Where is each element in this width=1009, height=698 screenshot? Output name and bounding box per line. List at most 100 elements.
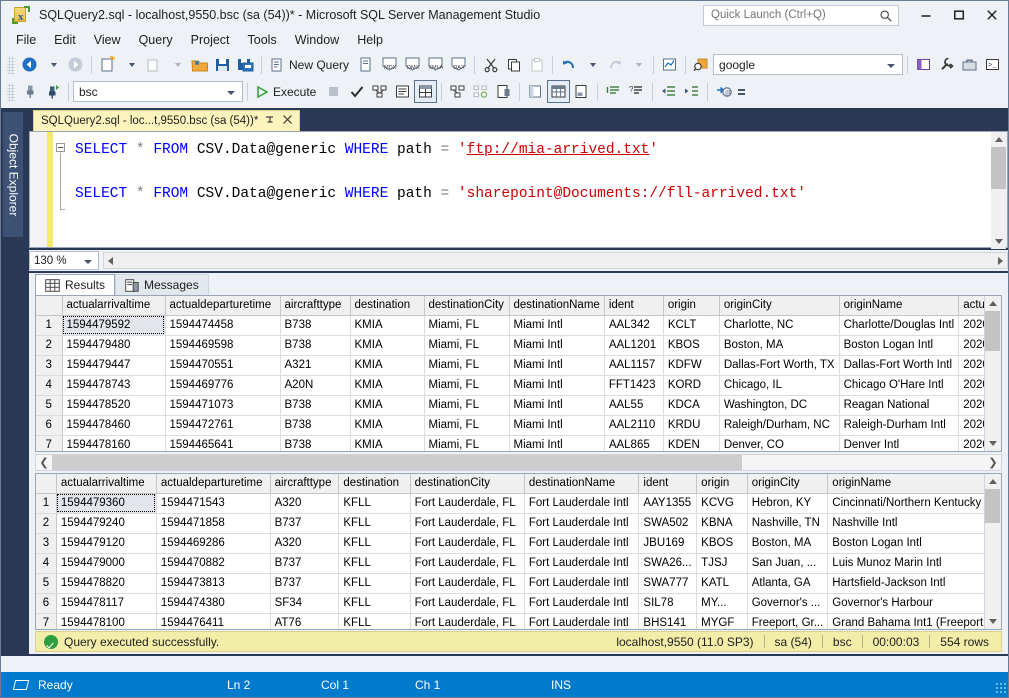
grid-cell[interactable]: MYGF [697,613,748,630]
grid-cell[interactable]: Fort Lauderdale, FL [410,553,524,573]
grid-cell[interactable]: SIL78 [639,593,697,613]
grid-cell[interactable]: Fort Lauderdale Intl [524,513,639,533]
column-header-aircrafttype[interactable]: aircrafttype [280,296,350,315]
grid-cell[interactable]: B738 [280,335,350,355]
redo-button[interactable] [603,53,626,76]
grid-cell[interactable]: Governor's ... [747,593,828,613]
column-header-actualdeparturetime[interactable]: actualdeparturetime [156,474,270,493]
grid-cell[interactable]: AT76 [270,613,339,630]
grid-cell[interactable]: Nashville Intl [828,513,1001,533]
grid-cell[interactable]: KCVG [697,493,748,513]
column-header-originName[interactable]: originName [839,296,959,315]
grid-cell[interactable]: KCLT [663,315,719,335]
add-item-button[interactable] [142,53,165,76]
comment-lines-button[interactable] [602,80,625,103]
display-estimated-execution-plan-button[interactable] [368,80,391,103]
grid-cell-selected[interactable]: 1594479592 [62,315,165,335]
specify-values-for-template-parameters-button[interactable]: @ [712,80,735,103]
table-row[interactable]: 115944793601594471543A320KFLLFort Lauder… [36,493,1001,513]
menu-edit[interactable]: Edit [45,30,85,51]
grid-cell[interactable]: Raleigh-Durham Intl [839,415,959,435]
grid-cell[interactable]: Washington, DC [719,395,839,415]
results-grid-2[interactable]: actualarrivaltimeactualdeparturetimeairc… [35,473,1002,630]
row-number[interactable]: 4 [36,553,56,573]
grid-cell[interactable]: 1594472761 [165,415,280,435]
grid-cell[interactable]: A20N [280,375,350,395]
redo-dropdown[interactable] [626,53,649,76]
grid-cell[interactable]: 1594471543 [156,493,270,513]
table-row[interactable]: 415944790001594470882B737KFLLFort Lauder… [36,553,1001,573]
grid-cell[interactable]: 1594478117 [56,593,156,613]
cancel-executing-query-button[interactable] [322,80,345,103]
column-header-aircrafttype[interactable]: aircrafttype [270,474,339,493]
grid-cell[interactable]: Boston Logan Intl [828,533,1001,553]
menu-tools[interactable]: Tools [239,30,286,51]
grid-cell[interactable]: Fort Lauderdale, FL [410,593,524,613]
grid-cell[interactable]: Miami Intl [509,415,604,435]
new-project-button[interactable] [96,53,119,76]
grid-cell[interactable]: 1594470551 [165,355,280,375]
row-number[interactable]: 5 [36,395,62,415]
grid-cell[interactable]: 1594478820 [56,573,156,593]
grid-cell[interactable]: 1594476411 [156,613,270,630]
save-all-button[interactable] [234,53,257,76]
results-to-file-button[interactable] [570,80,593,103]
row-number[interactable]: 3 [36,533,56,553]
toolbox-button[interactable] [958,53,981,76]
grid-cell[interactable]: Miami Intl [509,395,604,415]
grid-cell[interactable]: Atlanta, GA [747,573,828,593]
grid-cell[interactable]: KMIA [350,335,424,355]
maximize-button[interactable] [942,1,975,29]
grid-cell[interactable]: KFLL [339,553,410,573]
parse-button[interactable] [345,80,368,103]
grid-cell[interactable]: A320 [270,493,339,513]
close-tab-icon[interactable] [282,114,295,128]
new-project-dropdown[interactable] [119,53,142,76]
grid-cell[interactable]: 1594479447 [62,355,165,375]
column-header-originCity[interactable]: originCity [719,296,839,315]
grid-cell[interactable]: San Juan, ... [747,553,828,573]
object-explorer-tab[interactable]: Object Explorer [3,112,23,237]
grid-cell[interactable]: 1594470882 [156,553,270,573]
paste-button[interactable] [525,53,548,76]
new-query-button[interactable]: New Query [266,53,355,76]
toolbar-grip-2[interactable] [7,83,15,101]
resize-grip[interactable] [995,682,1007,694]
grid-cell[interactable]: KFLL [339,513,410,533]
grid1-hscroll-left[interactable]: ❮ [36,455,52,470]
grid-cell[interactable]: Grand Bahama Int1 (Freeport In [828,613,1001,630]
save-button[interactable] [211,53,234,76]
undo-dropdown[interactable] [580,53,603,76]
grid-2-vertical-scrollbar[interactable] [984,474,1001,629]
toolbar-grip[interactable] [7,56,15,74]
grid1-hscroll-right[interactable]: ❯ [985,455,1001,470]
grid-cell[interactable]: 1594479120 [56,533,156,553]
grid-cell[interactable]: Boston, MA [747,533,828,553]
menu-help[interactable]: Help [348,30,392,51]
grid-cell[interactable]: KBOS [697,533,748,553]
menu-window[interactable]: Window [286,30,348,51]
pin-icon[interactable] [264,114,276,128]
table-row[interactable]: 315944794471594470551A321KMIAMiami, FLMi… [36,355,996,375]
scroll-down-arrow[interactable] [991,234,1006,249]
new-database-engine-query-button[interactable] [355,53,378,76]
grid-cell[interactable]: B738 [280,435,350,452]
navigate-back-dropdown[interactable] [41,53,64,76]
grid-cell[interactable]: 1594479480 [62,335,165,355]
menu-view[interactable]: View [85,30,130,51]
results-grid-toggle-button[interactable] [547,80,570,103]
uncomment-lines-button[interactable]: ? [625,80,648,103]
column-header-destination[interactable]: destination [339,474,410,493]
row-number[interactable]: 1 [36,315,62,335]
hscroll-track[interactable] [117,253,994,268]
grid-cell[interactable]: 1594478460 [62,415,165,435]
grid-cell[interactable]: Raleigh/Durham, NC [719,415,839,435]
grid-cell[interactable]: 1594479240 [56,513,156,533]
grid-cell[interactable]: FFT1423 [604,375,663,395]
grid-cell[interactable]: Fort Lauderdale, FL [410,493,524,513]
add-item-dropdown[interactable] [165,53,188,76]
column-header-origin[interactable]: origin [697,474,748,493]
grid-cell[interactable]: KMIA [350,355,424,375]
menu-query[interactable]: Query [130,30,182,51]
grid-cell[interactable]: Charlotte, NC [719,315,839,335]
